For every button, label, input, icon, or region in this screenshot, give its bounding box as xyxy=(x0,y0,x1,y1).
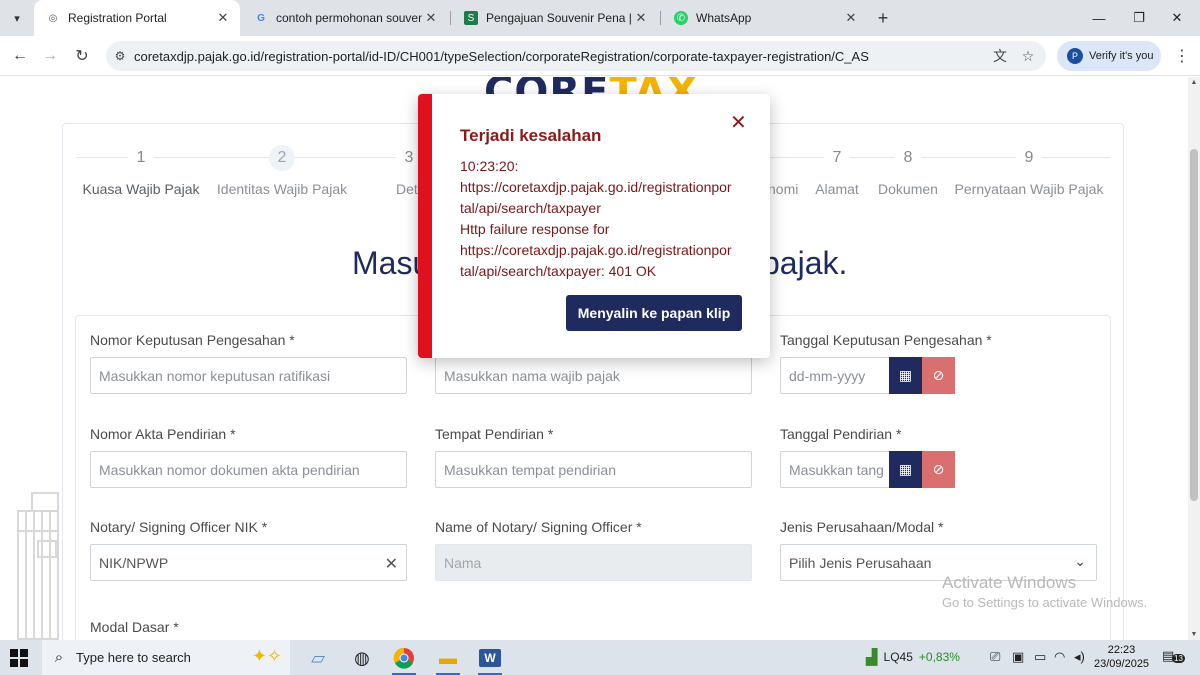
notary-nik-label: Notary/ Signing Officer NIK * xyxy=(90,519,268,535)
tanggal-keputusan-label: Tanggal Keputusan Pengesahan * xyxy=(780,332,992,348)
task-view-icon[interactable]: ▱ xyxy=(298,643,338,673)
chrome-icon[interactable] xyxy=(384,643,424,675)
dialog-title: Terjadi kesalahan xyxy=(460,126,602,145)
error-message: 10:23:20: https://coretaxdjp.pajak.go.id… xyxy=(460,158,732,279)
notary-nik-input[interactable]: NIK/NPWP ✕ xyxy=(90,544,407,581)
close-icon[interactable]: ✕ xyxy=(214,10,232,26)
language-globe-icon[interactable]: ◍ xyxy=(342,643,382,673)
page-scrollbar[interactable]: ▲ ▼ xyxy=(1188,77,1200,640)
copy-to-clipboard-button[interactable]: Menyalin ke papan klip xyxy=(566,295,742,331)
tab-separator xyxy=(660,11,661,25)
nomor-keputusan-label: Nomor Keputusan Pengesahan * xyxy=(90,332,295,348)
jenis-perusahaan-label: Jenis Perusahaan/Modal * xyxy=(780,519,944,535)
nomor-akta-label: Nomor Akta Pendirian * xyxy=(90,426,236,442)
tanggal-pendirian-label: Tanggal Pendirian * xyxy=(780,426,902,442)
calendar-icon[interactable]: ▦ xyxy=(889,357,922,394)
taskbar-search-box[interactable]: ⌕ Type here to search ✦✧ xyxy=(42,640,290,675)
nama-wajib-pajak-input[interactable]: Masukkan nama wajib pajak xyxy=(435,357,752,394)
tab-separator xyxy=(450,11,451,25)
word-icon[interactable]: W xyxy=(470,643,510,675)
tab-whatsapp[interactable]: ✆ WhatsApp ✕ xyxy=(662,0,868,36)
window-close-button[interactable]: ✕ xyxy=(1154,0,1200,36)
battery-icon[interactable]: ▭ xyxy=(1034,649,1046,665)
tab-pengajuan-souvenir[interactable]: S Pengajuan Souvenir Pena | PDF ✕ xyxy=(452,0,658,36)
tempat-pendirian-input[interactable]: Masukkan tempat pendirian xyxy=(435,451,752,488)
site-info-icon[interactable]: ⚙ xyxy=(106,49,134,63)
globe-icon: ◎ xyxy=(48,12,58,24)
meet-now-icon[interactable]: ⎚ xyxy=(990,649,1000,665)
scribd-icon: S xyxy=(464,11,478,25)
url-text[interactable]: coretaxdjp.pajak.go.id/registration-port… xyxy=(134,49,1046,64)
clear-icon[interactable]: ✕ xyxy=(385,554,398,574)
close-icon[interactable]: ✕ xyxy=(842,10,860,26)
profile-avatar: P xyxy=(1067,48,1083,64)
bookmark-star-icon[interactable]: ☆ xyxy=(1016,44,1040,68)
tanggal-keputusan-input[interactable]: dd-mm-yyyy xyxy=(780,357,890,394)
address-bar[interactable]: ⚙ coretaxdjp.pajak.go.id/registration-po… xyxy=(106,41,1046,71)
volume-icon[interactable]: ◂) xyxy=(1074,649,1085,665)
notification-icon[interactable]: ▤ 13 xyxy=(1162,648,1185,664)
wifi-icon[interactable]: ◠ xyxy=(1054,649,1065,665)
system-clock[interactable]: 22:23 23/09/2025 xyxy=(1094,643,1149,671)
nomor-keputusan-input[interactable]: Masukkan nomor keputusan ratifikasi xyxy=(90,357,407,394)
verify-profile-button[interactable]: P Verify it's you xyxy=(1057,41,1161,71)
back-button[interactable]: ← xyxy=(8,44,32,68)
windows-start-icon[interactable] xyxy=(10,649,28,667)
nomor-akta-input[interactable]: Masukkan nomor dokumen akta pendirian xyxy=(90,451,407,488)
forward-button[interactable]: → xyxy=(38,44,62,68)
word-logo-icon: W xyxy=(479,649,501,667)
clear-filter-icon[interactable]: ⊘ xyxy=(922,357,955,394)
step-8[interactable]: 8 Dokumen xyxy=(878,145,938,197)
search-icon: ⌕ xyxy=(54,649,64,666)
step-7[interactable]: 7 Alamat xyxy=(815,145,859,197)
scroll-down-icon[interactable]: ▼ xyxy=(1188,631,1200,638)
clear-filter-icon[interactable]: ⊘ xyxy=(922,451,955,488)
windows-taskbar: ⌕ Type here to search ✦✧ ▱ ◍ ▬ W ▟ LQ45 … xyxy=(0,640,1200,675)
page-title-end: pajak. xyxy=(762,245,848,281)
tab-strip: ▾ ◎ Registration Portal ✕ G contoh permo… xyxy=(0,0,1200,36)
file-explorer-icon[interactable]: ▬ xyxy=(428,643,468,675)
close-icon[interactable]: ✕ xyxy=(422,10,440,26)
building-illustration-icon xyxy=(17,492,59,640)
step-1[interactable]: 1 Kuasa Wajib Pajak xyxy=(83,145,199,197)
tempat-pendirian-label: Tempat Pendirian * xyxy=(435,426,554,442)
chevron-down-icon: ⌄ xyxy=(1074,553,1086,569)
google-icon: G xyxy=(257,12,265,24)
chart-up-icon: ▟ xyxy=(866,649,878,666)
close-icon[interactable]: ✕ xyxy=(730,110,747,135)
toolbar: ← → ↻ ⚙ coretaxdjp.pajak.go.id/registrat… xyxy=(0,36,1200,76)
close-icon[interactable]: ✕ xyxy=(632,10,650,26)
whatsapp-icon: ✆ xyxy=(674,11,688,25)
scrollbar-thumb[interactable] xyxy=(1190,149,1198,501)
tanggal-pendirian-input[interactable]: Masukkan tang xyxy=(780,451,890,488)
notary-name-label: Name of Notary/ Signing Officer * xyxy=(435,519,642,535)
stock-widget[interactable]: ▟ LQ45 +0,83% xyxy=(866,648,960,666)
step-2[interactable]: 2 Identitas Wajib Pajak xyxy=(217,145,347,197)
screen-share-icon[interactable]: ▣ xyxy=(1012,649,1024,665)
tab-registration-portal[interactable]: ◎ Registration Portal ✕ xyxy=(34,0,240,36)
chrome-logo-icon xyxy=(393,647,414,669)
activate-windows-watermark: Activate Windows Go to Settings to activ… xyxy=(942,573,1148,610)
modal-dasar-label: Modal Dasar * xyxy=(90,619,179,635)
reload-button[interactable]: ↻ xyxy=(70,44,94,68)
notary-name-input: Nama xyxy=(435,544,752,581)
scroll-up-icon[interactable]: ▲ xyxy=(1188,79,1200,86)
step-9[interactable]: 9 Pernyataan Wajib Pajak xyxy=(955,145,1103,197)
tab-search-button[interactable]: ▾ xyxy=(6,7,28,29)
browser-menu-icon[interactable]: ⋮ xyxy=(1174,46,1190,66)
copilot-sparkle-icon: ✦✧ xyxy=(251,646,282,666)
new-tab-button[interactable]: + xyxy=(872,7,894,29)
translate-icon[interactable]: 文 xyxy=(988,44,1012,68)
tab-contoh-permohonan[interactable]: G contoh permohonan souvenir k ✕ xyxy=(242,0,448,36)
error-dialog: Terjadi kesalahan ✕ 10:23:20: https://co… xyxy=(418,94,770,358)
error-accent-bar xyxy=(418,94,432,358)
calendar-icon[interactable]: ▦ xyxy=(889,451,922,488)
